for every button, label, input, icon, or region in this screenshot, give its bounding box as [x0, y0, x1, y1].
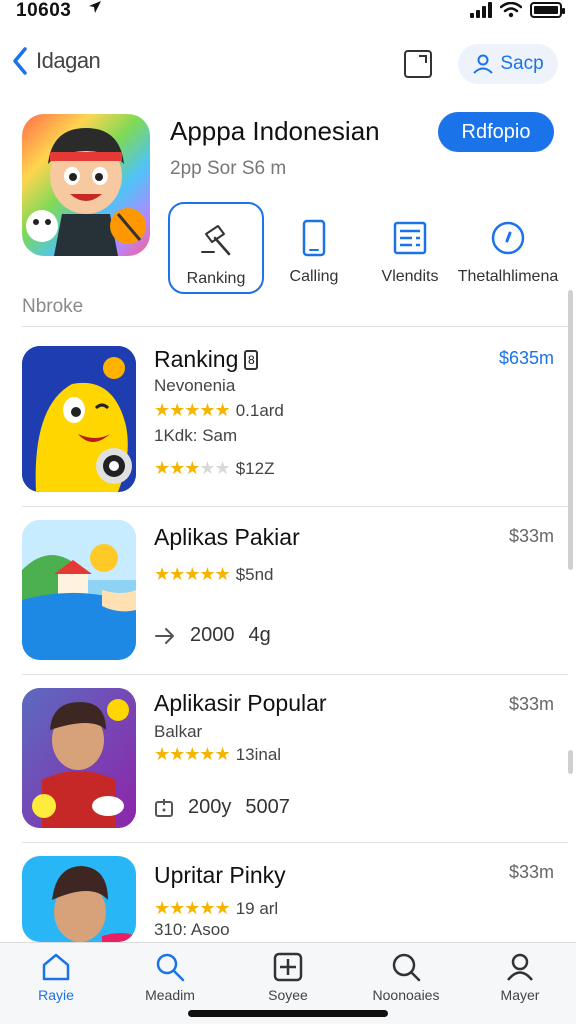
star-rating: ★★★★★ — [154, 744, 231, 764]
divider — [22, 326, 568, 327]
nav-bar: Idagan Sacp — [0, 40, 576, 90]
account-label: Sacp — [500, 53, 544, 74]
stat-value: 4g — [248, 624, 271, 646]
divider — [22, 842, 568, 843]
action-details[interactable]: Thetalhlimena — [458, 202, 558, 294]
row-detail: 310: Asoo — [154, 920, 230, 939]
row-rating: ★★★★★ 0.1ard — [154, 400, 284, 421]
signal-icon — [470, 2, 492, 18]
stat-value: 2000 — [190, 624, 235, 646]
status-bar: 10603 — [0, 0, 576, 22]
wifi-icon — [500, 2, 522, 18]
hammer-icon — [201, 225, 231, 256]
back-button[interactable]: Idagan — [12, 46, 101, 76]
star-rating: ★★★★★ — [154, 458, 231, 478]
action-ranking[interactable]: Ranking — [168, 202, 264, 294]
row-rating: ★★★★★ 19 arl — [154, 898, 278, 919]
rating-text: 19 arl — [235, 898, 279, 918]
scrollbar-thumb[interactable] — [568, 750, 573, 774]
row-price[interactable]: $635m — [499, 348, 554, 369]
compass-icon — [491, 221, 525, 255]
tab-discover[interactable]: Noonoaies — [356, 951, 456, 1003]
rating-text: 13inal — [235, 744, 282, 764]
status-time: 10603 — [16, 0, 72, 21]
badge-icon: 8 — [244, 349, 259, 370]
tab-label: Meadim — [145, 987, 195, 1003]
stat-value: 5007 — [245, 796, 290, 818]
star-rating: ★★★★★ — [154, 898, 231, 918]
tab-home[interactable]: Rayie — [6, 951, 106, 1003]
action-calling[interactable]: Calling — [266, 202, 362, 294]
search-icon — [156, 953, 185, 982]
star-rating: ★★★★★ — [154, 400, 231, 420]
battery-icon — [530, 2, 565, 18]
share-icon — [155, 627, 174, 644]
row-subtitle: Balkar — [154, 722, 203, 741]
row-app-icon[interactable] — [22, 520, 136, 660]
action-label: Thetalhlimena — [457, 268, 559, 285]
back-label: Idagan — [36, 48, 101, 73]
divider — [22, 674, 568, 675]
account-button[interactable]: Sacp — [458, 44, 558, 84]
download-icon — [155, 798, 173, 817]
tab-label: Soyee — [268, 987, 308, 1003]
row-app-icon[interactable] — [22, 346, 136, 492]
app-subtitle: 2pp Sor S6 m — [170, 158, 287, 179]
home-icon — [42, 953, 70, 981]
row-app-icon[interactable] — [22, 856, 136, 942]
row-app-icon[interactable] — [22, 688, 136, 828]
person-icon — [507, 953, 533, 981]
tab-add[interactable]: Soyee — [238, 951, 338, 1003]
section-label: Nbroke — [22, 296, 84, 317]
list-icon — [393, 221, 427, 255]
app-header: Apppa Indonesian 2pp Sor S6 m Rdfopio Ra… — [0, 112, 576, 302]
row-subtitle: Nevonenia — [154, 376, 236, 395]
rating-text: $5nd — [235, 564, 274, 584]
star-rating: ★★★★★ — [154, 564, 231, 584]
app-icon[interactable] — [22, 114, 150, 256]
row-stats: 2000 4g — [154, 624, 271, 647]
share-icon[interactable] — [404, 50, 432, 78]
location-arrow-icon — [88, 0, 102, 19]
rating-text: 0.1ard — [235, 400, 284, 420]
home-indicator — [188, 1010, 388, 1017]
stat-value: 200y — [188, 796, 232, 818]
row-price[interactable]: $33m — [509, 694, 554, 715]
tab-label: Rayie — [38, 987, 74, 1003]
row-rating: ★★★★★ 13inal — [154, 744, 281, 765]
app-title: Apppa Indonesian — [170, 116, 380, 146]
person-icon — [473, 54, 494, 74]
status-indicators — [470, 2, 565, 18]
row-rating-secondary: ★★★★★ $12Z — [154, 458, 274, 479]
tab-label: Noonoaies — [372, 987, 440, 1003]
tab-label: Mayer — [500, 987, 540, 1003]
row-title: Upritar Pinky — [154, 862, 286, 888]
tab-search[interactable]: Meadim — [120, 951, 220, 1003]
chevron-left-icon — [13, 47, 27, 75]
row-title: Aplikasir Popular — [154, 690, 327, 716]
search-icon — [392, 953, 421, 982]
row-rating: ★★★★★ $5nd — [154, 564, 274, 585]
divider — [22, 506, 568, 507]
action-vlendits[interactable]: Vlendits — [362, 202, 458, 294]
tab-profile[interactable]: Mayer — [470, 951, 570, 1003]
phone-icon — [302, 219, 326, 257]
row-title: Aplikas Pakiar — [154, 524, 300, 550]
row-price[interactable]: $33m — [509, 526, 554, 547]
rating-text: $12Z — [235, 458, 275, 478]
primary-action-button[interactable]: Rdfopio — [438, 112, 554, 152]
add-icon — [273, 952, 303, 982]
row-price[interactable]: $33m — [509, 862, 554, 883]
row-stats: 200y 5007 — [154, 796, 290, 819]
row-title: Ranking 8 — [154, 346, 259, 373]
row-title-text: Ranking — [154, 346, 239, 372]
row-detail: 1Kdk: Sam — [154, 426, 238, 445]
scrollbar[interactable] — [568, 290, 573, 570]
